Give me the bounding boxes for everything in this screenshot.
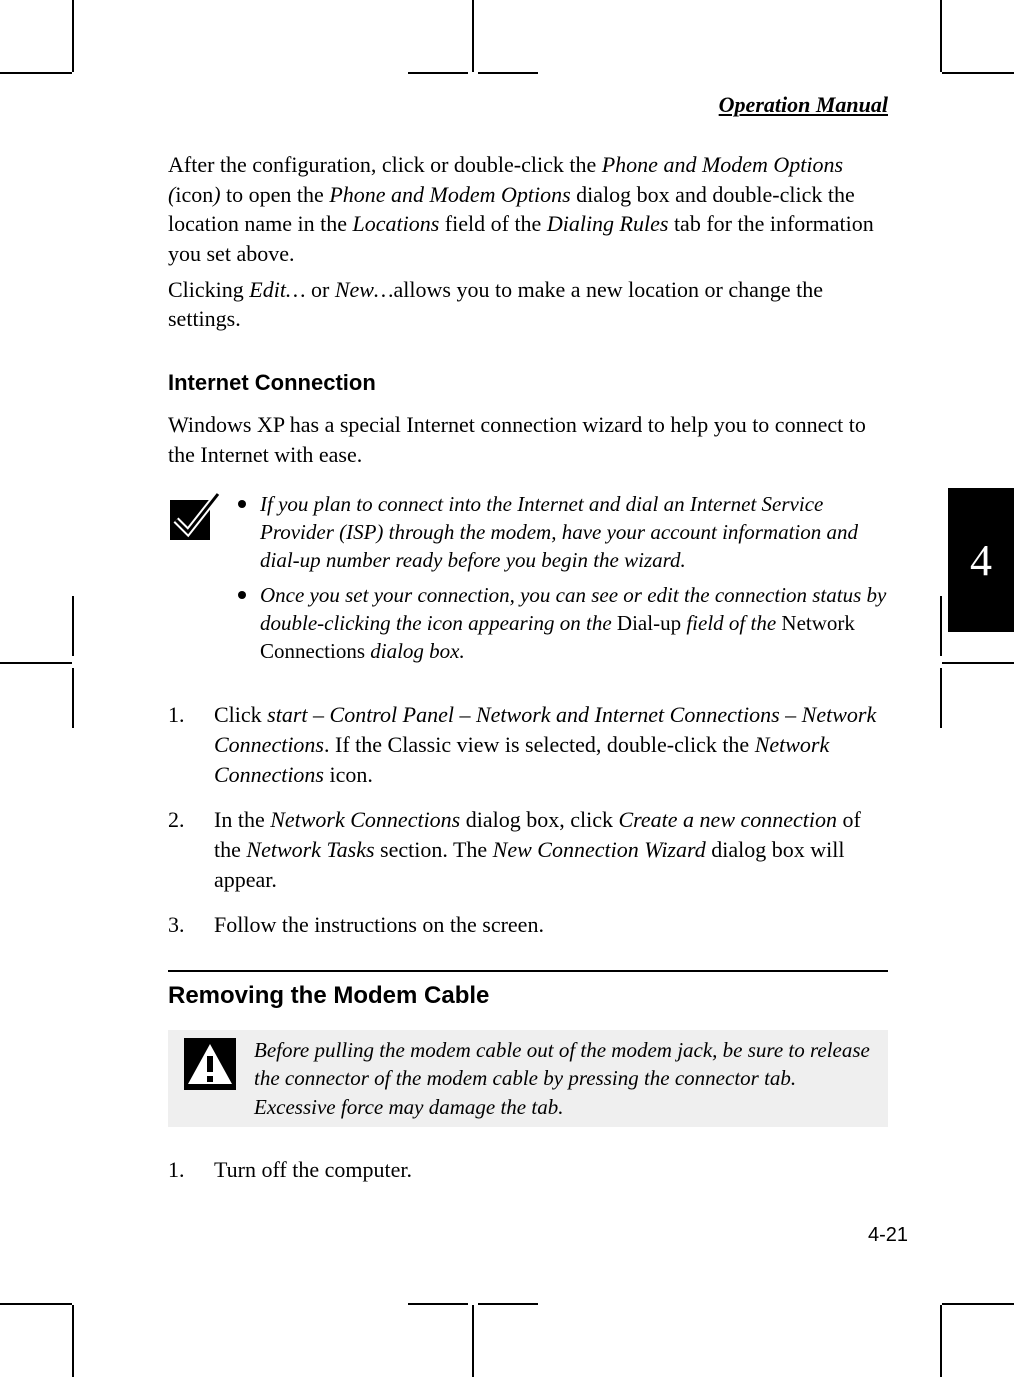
warning-icon <box>184 1038 236 1090</box>
warning-text: Before pulling the modem cable out of th… <box>254 1036 880 1121</box>
chapter-tab: 4 <box>948 488 1014 632</box>
internet-intro: Windows XP has a special Internet connec… <box>168 410 888 469</box>
heading-internet-connection: Internet Connection <box>168 370 888 396</box>
note-bullet-1: If you plan to connect into the Internet… <box>238 490 888 575</box>
warning-block: Before pulling the modem cable out of th… <box>168 1030 888 1127</box>
step-b1: 1. Turn off the computer. <box>168 1155 888 1185</box>
steps-list: 1. Click start – Control Panel – Network… <box>168 700 888 941</box>
page-number: 4-21 <box>868 1224 908 1247</box>
note-block: If you plan to connect into the Internet… <box>168 490 888 672</box>
step-3: 3. Follow the instructions on the screen… <box>168 910 888 940</box>
note-bullet-2: Once you set your connection, you can se… <box>238 581 888 666</box>
intro-paragraph: After the configuration, click or double… <box>168 150 888 269</box>
steps-list-2: 1. Turn off the computer. <box>168 1155 888 1185</box>
step-1: 1. Click start – Control Panel – Network… <box>168 700 888 791</box>
checkmark-icon <box>168 490 220 542</box>
heading-removing-modem: Removing the Modem Cable <box>168 982 888 1010</box>
running-head: Operation Manual <box>168 92 888 118</box>
section-rule <box>168 970 888 972</box>
intro-paragraph-2: Clicking Edit… or New…allows you to make… <box>168 275 888 334</box>
step-2: 2. In the Network Connections dialog box… <box>168 805 888 896</box>
